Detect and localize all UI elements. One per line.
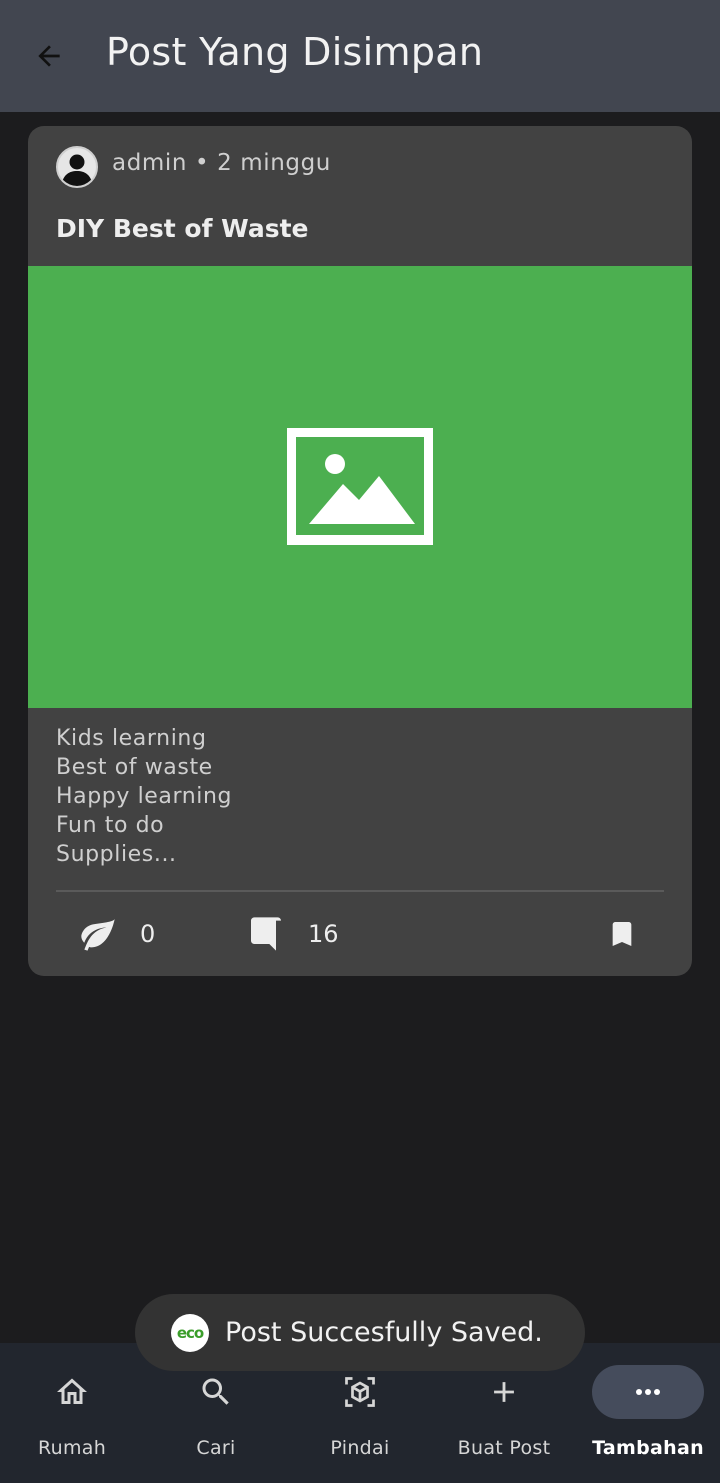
app-logo-icon: eco [171,1313,209,1352]
more-icon [636,1389,660,1395]
back-button[interactable] [22,34,76,78]
saved-post-card[interactable]: admin • 2 minggu DIY Best of Waste Kids … [28,126,692,976]
leaf-icon [81,919,115,951]
plus-icon [494,1382,514,1402]
like-count: 0 [140,920,156,948]
comment-icon [251,917,281,951]
nav-icon-wrap [16,1365,128,1419]
nav-label: Rumah [37,1437,107,1459]
description-line: Happy learning [56,784,233,809]
comment-count: 16 [308,920,339,948]
author-name[interactable]: admin [112,150,187,176]
toast-text: Post Succesfully Saved. [225,1317,543,1348]
nav-item-tambahan[interactable]: Tambahan [576,1343,720,1483]
post-meta: admin • 2 minggu [112,150,331,176]
description-line: Kids learning [56,726,207,751]
nav-item-rumah[interactable]: Rumah [0,1343,144,1483]
bookmark-icon [612,922,632,946]
nav-label: Pindai [330,1437,390,1459]
nav-label: Cari [196,1437,236,1459]
bookmark-button[interactable] [606,908,638,960]
post-description: Kids learning Best of waste Happy learni… [56,724,232,869]
nav-icon-wrap [304,1365,416,1419]
page-title: Post Yang Disimpan [106,30,484,74]
meta-separator: • [195,150,210,176]
post-image[interactable] [28,266,692,708]
nav-icon-wrap [592,1365,704,1419]
post-title[interactable]: DIY Best of Waste [56,214,309,243]
scan-icon [345,1377,375,1407]
nav-icon-wrap [160,1365,272,1419]
user-silhouette-icon [61,154,93,186]
toast-message: eco Post Succesfully Saved. [135,1294,585,1371]
arrow-back-icon [38,45,60,67]
post-time: 2 minggu [217,150,331,176]
nav-label: Tambahan [592,1437,704,1459]
description-line: Fun to do [56,813,165,838]
image-placeholder-icon [287,428,433,545]
avatar[interactable] [56,146,98,188]
comment-button[interactable]: 16 [246,908,339,960]
home-icon [57,1378,87,1404]
search-icon [202,1378,229,1405]
description-line: Best of waste [56,755,213,780]
card-divider [56,890,664,892]
nav-icon-wrap [448,1365,560,1419]
app-bar: Post Yang Disimpan [0,0,720,112]
like-button[interactable]: 0 [78,908,155,960]
description-line: Supplies... [56,842,177,867]
nav-label: Buat Post [457,1437,551,1459]
